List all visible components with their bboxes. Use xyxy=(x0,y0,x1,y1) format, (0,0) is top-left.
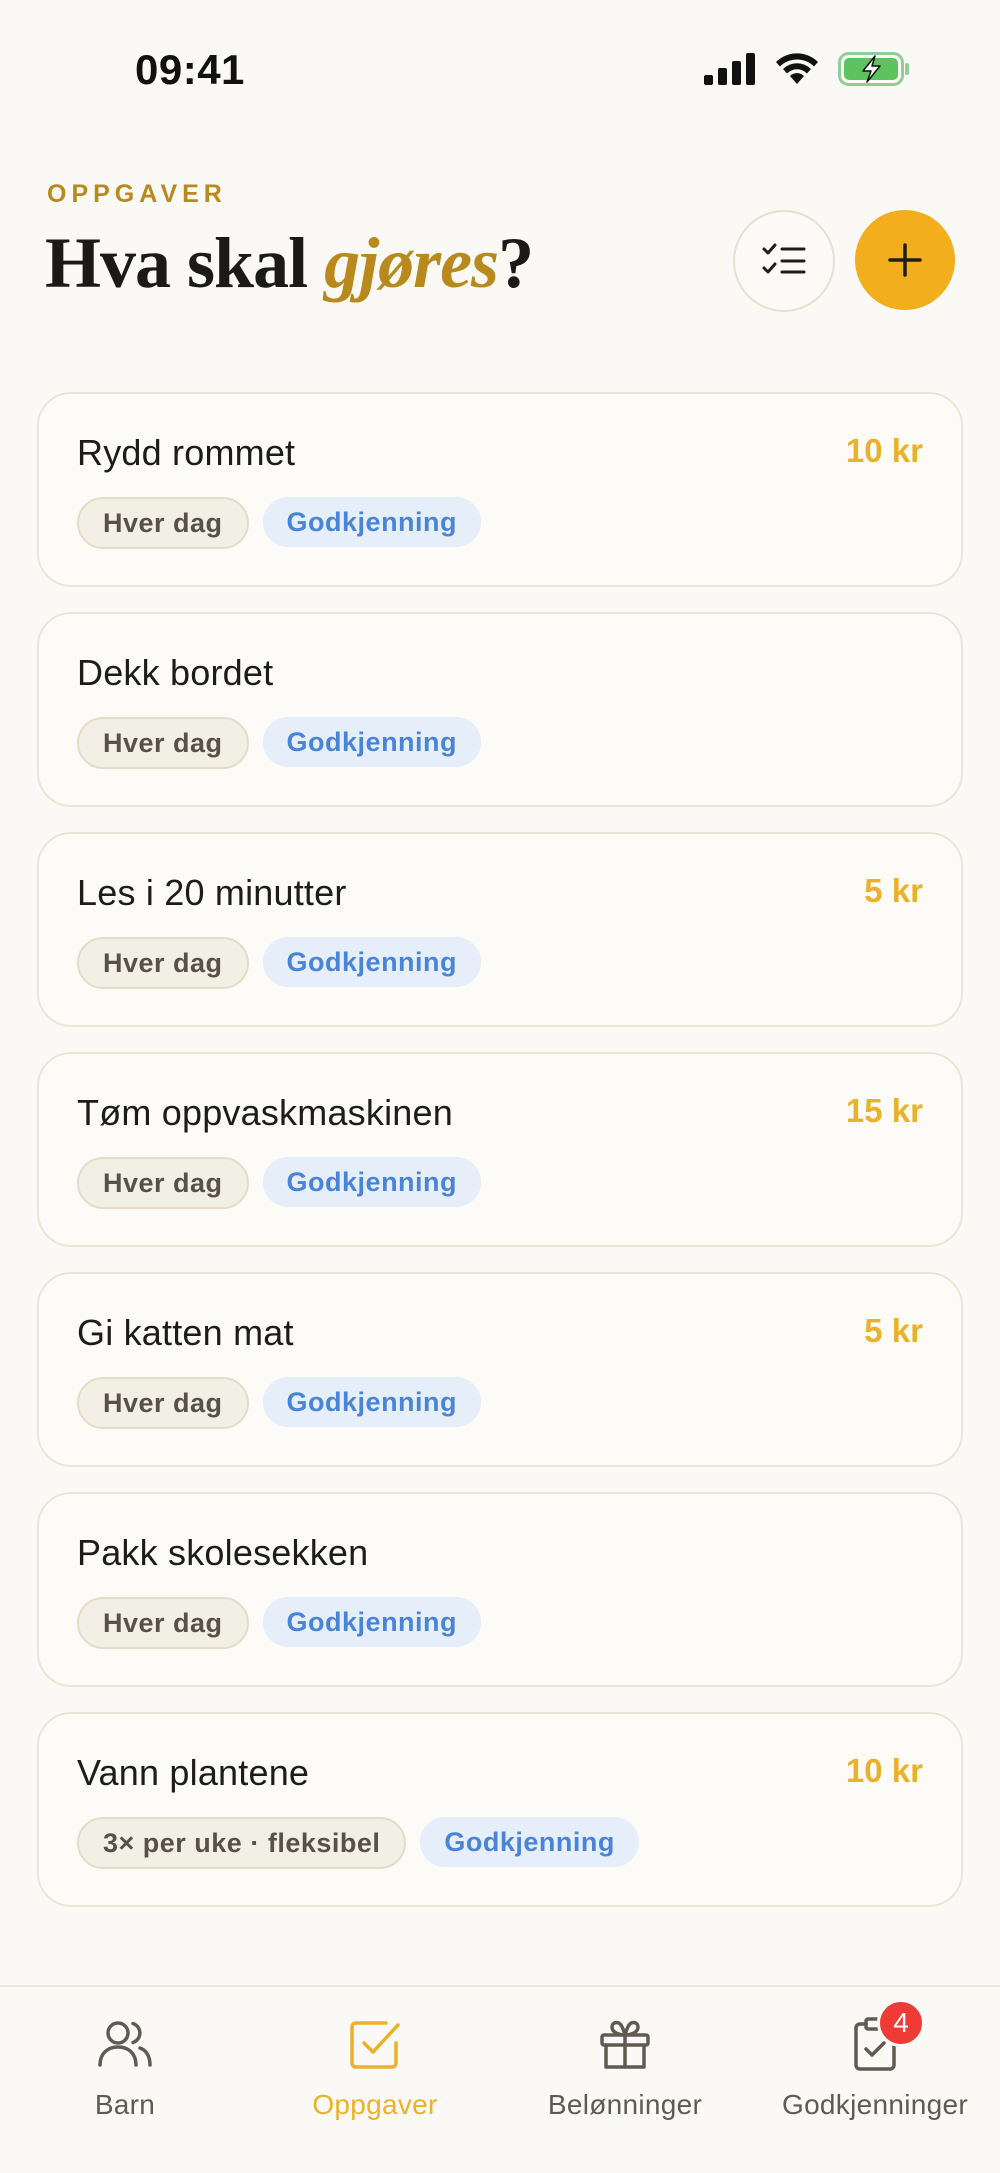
approval-tag: Godkjenning xyxy=(262,497,482,547)
task-card[interactable]: Tøm oppvaskmaskinen 15 kr Hver dag Godkj… xyxy=(37,1052,963,1247)
add-task-button[interactable] xyxy=(855,210,955,310)
approval-tag: Godkjenning xyxy=(262,1597,482,1647)
wifi-icon xyxy=(776,53,818,84)
task-tags: Hver dag Godkjenning xyxy=(77,1597,482,1649)
frequency-tag: Hver dag xyxy=(77,1157,249,1209)
title-end: ? xyxy=(498,223,534,303)
status-time: 09:41 xyxy=(135,46,245,93)
approval-tag: Godkjenning xyxy=(262,1157,482,1207)
task-reward: 15 kr xyxy=(845,1092,923,1129)
task-tags: 3× per uke · fleksibel Godkjenning xyxy=(77,1817,639,1869)
section-eyebrow: OPPGAVER xyxy=(47,180,227,208)
status-bar: 09:41 xyxy=(0,0,1000,140)
title-start: Hva skal xyxy=(45,223,325,303)
approval-tag: Godkjenning xyxy=(262,937,482,987)
frequency-tag: Hver dag xyxy=(77,1377,249,1429)
cellular-signal-icon xyxy=(704,53,755,85)
task-title: Les i 20 minutter xyxy=(77,872,347,913)
task-card[interactable]: Rydd rommet 10 kr Hver dag Godkjenning xyxy=(37,392,963,587)
page-title: Hva skal gjøres? xyxy=(45,222,534,305)
task-reward: 5 kr xyxy=(864,1312,923,1349)
checklist-button[interactable] xyxy=(733,210,835,312)
frequency-tag: 3× per uke · fleksibel xyxy=(77,1817,407,1869)
tab-label: Godkjenninger xyxy=(781,2089,969,2120)
task-tags: Hver dag Godkjenning xyxy=(77,1377,482,1429)
task-reward: 5 kr xyxy=(864,872,923,909)
task-title: Gi katten mat xyxy=(77,1312,294,1353)
frequency-tag: Hver dag xyxy=(77,937,249,989)
task-card[interactable]: Gi katten mat 5 kr Hver dag Godkjenning xyxy=(37,1272,963,1467)
frequency-tag: Hver dag xyxy=(77,717,249,769)
task-tags: Hver dag Godkjenning xyxy=(77,937,482,989)
plus-icon xyxy=(888,243,922,277)
frequency-tag: Hver dag xyxy=(77,497,249,549)
task-card[interactable]: Pakk skolesekken Hver dag Godkjenning xyxy=(37,1492,963,1687)
task-tags: Hver dag Godkjenning xyxy=(77,1157,482,1209)
task-reward: 10 kr xyxy=(845,432,923,469)
screen: 09:41 OPPGAVER Hva skal gjøres? Rydd rom… xyxy=(0,0,1000,2173)
tab-label: Oppgaver xyxy=(312,2089,438,2120)
users-icon xyxy=(98,2021,152,2067)
task-card[interactable]: Les i 20 minutter 5 kr Hver dag Godkjenn… xyxy=(37,832,963,1027)
task-title: Dekk bordet xyxy=(77,652,274,693)
approval-tag: Godkjenning xyxy=(262,717,482,767)
checkbox-icon xyxy=(350,2021,400,2069)
battery-charging-icon xyxy=(838,52,909,86)
task-card[interactable]: Dekk bordet Hver dag Godkjenning xyxy=(37,612,963,807)
tab-label: Belønninger xyxy=(547,2089,703,2120)
task-tags: Hver dag Godkjenning xyxy=(77,497,482,549)
status-icons xyxy=(704,52,910,86)
approval-tag: Godkjenning xyxy=(262,1377,482,1427)
task-reward: 10 kr xyxy=(845,1752,923,1789)
tab-barn[interactable]: Barn xyxy=(0,2007,250,2127)
task-tags: Hver dag Godkjenning xyxy=(77,717,482,769)
title-accent: gjøres xyxy=(324,223,499,303)
task-title: Vann plantene xyxy=(77,1752,310,1793)
tab-bar: Barn Oppgaver Belønninger 4 Godkjenninge… xyxy=(0,1985,1000,2173)
checklist-icon xyxy=(762,243,806,274)
task-card[interactable]: Vann plantene 10 kr 3× per uke · fleksib… xyxy=(37,1712,963,1907)
tab-oppgaver[interactable]: Oppgaver xyxy=(250,2007,500,2127)
task-title: Tøm oppvaskmaskinen xyxy=(77,1092,453,1133)
frequency-tag: Hver dag xyxy=(77,1597,249,1649)
tab-godkjenninger[interactable]: 4 Godkjenninger xyxy=(750,1999,1000,2127)
task-title: Pakk skolesekken xyxy=(77,1532,369,1573)
gift-icon xyxy=(600,2020,650,2069)
tab-belonninger[interactable]: Belønninger xyxy=(500,2007,750,2127)
task-title: Rydd rommet xyxy=(77,432,296,473)
notification-badge: 4 xyxy=(877,1999,925,2047)
tab-label: Barn xyxy=(94,2089,156,2120)
approval-tag: Godkjenning xyxy=(420,1817,639,1867)
task-list: Rydd rommet 10 kr Hver dag Godkjenning D… xyxy=(37,392,963,1932)
